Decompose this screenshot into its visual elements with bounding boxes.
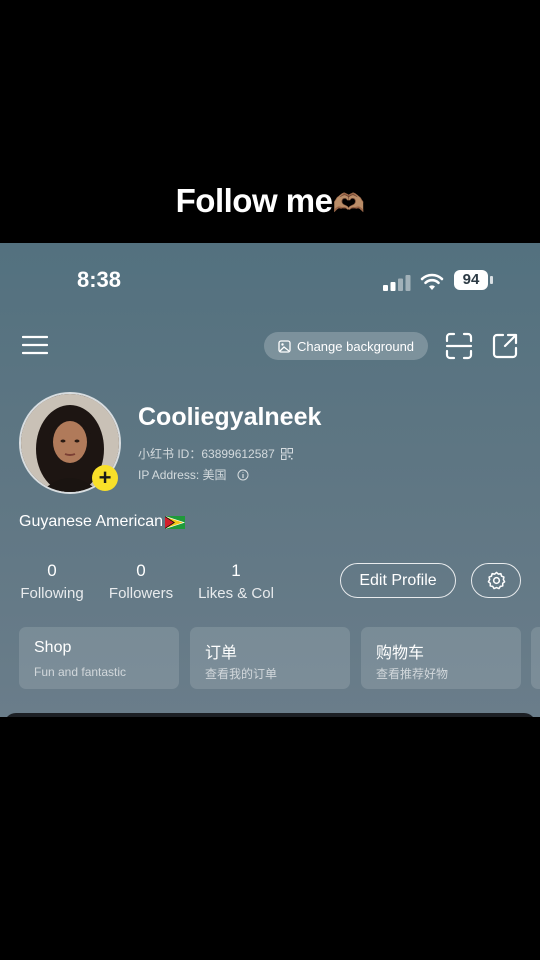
card-next-peek[interactable] — [531, 627, 540, 689]
card-orders[interactable]: 订单 查看我的订单 — [190, 627, 350, 689]
stat-likes-collections[interactable]: 1 Likes & Col — [195, 561, 277, 602]
bio: Guyanese American — [19, 513, 186, 531]
signal-icon — [383, 275, 411, 291]
info-icon[interactable] — [237, 469, 249, 481]
ip-address-line: IP Address: 美国 — [138, 466, 249, 483]
likes-count: 1 — [231, 561, 241, 580]
content-sheet-edge — [4, 713, 536, 717]
image-icon — [278, 339, 291, 353]
add-story-button[interactable]: + — [92, 465, 118, 491]
change-background-button[interactable]: Change background — [264, 332, 428, 360]
battery-level: 94 — [454, 270, 488, 290]
user-id-line: 小红书 ID：63899612587 — [138, 445, 293, 462]
card-shop-subtitle: Fun and fantastic — [34, 665, 127, 679]
ip-value: 美国 — [202, 468, 227, 482]
following-label: Following — [20, 585, 84, 602]
plus-icon: + — [98, 465, 112, 490]
ip-label: IP Address: — [138, 468, 200, 482]
user-id-label: 小红书 ID： — [138, 447, 202, 461]
card-cart[interactable]: 购物车 查看推荐好物 — [361, 627, 521, 689]
user-id-value: 63899612587 — [201, 447, 275, 461]
change-background-label: Change background — [296, 338, 415, 354]
stat-followers[interactable]: 0 Followers — [106, 561, 176, 602]
share-icon — [492, 333, 518, 359]
settings-button[interactable] — [471, 563, 521, 598]
following-count: 0 — [47, 561, 57, 580]
menu-button[interactable] — [20, 331, 50, 359]
likes-label: Likes & Col — [198, 585, 274, 602]
status-bar: 8:38 94 — [0, 265, 540, 295]
video-caption: Follow me🫶🏽 — [0, 182, 540, 220]
battery-nub — [490, 276, 493, 284]
menu-icon — [22, 335, 48, 355]
followers-label: Followers — [108, 585, 174, 602]
card-cart-subtitle: 查看推荐好物 — [376, 667, 449, 681]
share-button[interactable] — [490, 331, 520, 361]
stat-following[interactable]: 0 Following — [19, 561, 85, 602]
wifi-icon — [420, 273, 444, 290]
caption-text: Follow me — [175, 182, 333, 219]
card-orders-title: 订单 — [205, 645, 238, 662]
scan-button[interactable] — [444, 331, 474, 361]
bio-text: Guyanese American — [19, 513, 164, 530]
gear-icon — [487, 571, 505, 590]
card-cart-title: 购物车 — [376, 645, 425, 662]
status-time: 8:38 — [77, 267, 122, 292]
followers-count: 0 — [136, 561, 146, 580]
card-shop-title: Shop — [34, 639, 72, 656]
edit-profile-button[interactable]: Edit Profile — [340, 563, 456, 598]
scan-icon — [445, 332, 473, 360]
profile-screen: 8:38 94 Change background + Cooliegyalne… — [0, 243, 540, 717]
username: Cooliegyalneek — [138, 403, 322, 431]
card-shop[interactable]: Shop Fun and fantastic — [19, 627, 179, 689]
guyana-flag-icon — [165, 515, 186, 529]
card-orders-subtitle: 查看我的订单 — [205, 667, 278, 681]
heart-hands-emoji: 🫶🏽 — [332, 188, 365, 218]
qr-code-icon[interactable] — [280, 447, 293, 460]
